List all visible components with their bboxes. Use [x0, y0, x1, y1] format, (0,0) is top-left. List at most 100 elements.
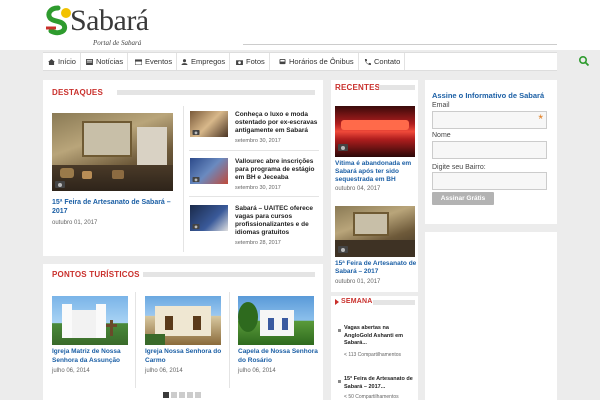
required-mark: *	[538, 112, 543, 126]
nav-item-empregos[interactable]: Empregos	[176, 53, 231, 70]
semana-item-shares: < 50 Compartilhamentos	[344, 394, 399, 400]
attraction-photo[interactable]	[145, 296, 221, 345]
nav-item-noticias[interactable]: Notícias	[81, 53, 129, 70]
nav-item-inicio[interactable]: Início	[43, 53, 81, 70]
column-divider	[229, 292, 230, 388]
shares-count: 50 Compartilhamentos	[348, 394, 399, 400]
nav-label-onibus: Horários de Ônibus	[289, 57, 354, 66]
newsletter-panel: Assine o Informativo de Sabará Email * N…	[425, 80, 557, 224]
bullet-icon	[338, 329, 341, 332]
attraction-title[interactable]: Capela de Nossa Senhora do Rosário	[238, 348, 318, 365]
carousel-dot[interactable]	[179, 392, 185, 398]
bus-icon	[279, 59, 286, 65]
subscribe-button[interactable]: Assinar Grátis	[432, 192, 494, 205]
destaques-panel: DESTAQUES 15ª Feira de Artesanato de Sab…	[43, 80, 323, 256]
attraction-photo[interactable]	[52, 296, 128, 345]
nav-label-contato: Contato	[374, 57, 401, 66]
recent-date: outubro 01, 2017	[335, 279, 381, 285]
section-rule	[379, 85, 415, 90]
featured-photo[interactable]	[52, 113, 173, 191]
carousel-dot[interactable]	[171, 392, 177, 398]
recent-title[interactable]: Vítima é abandonada em Sabará após ter s…	[335, 160, 417, 184]
nav-label-fotos: Fotos	[246, 57, 265, 66]
carousel-dot[interactable]	[187, 392, 193, 398]
section-rule	[373, 300, 415, 305]
camera-icon	[338, 144, 348, 151]
nav-label-eventos: Eventos	[145, 57, 173, 66]
camera-icon	[192, 130, 200, 135]
column-divider	[183, 106, 184, 252]
featured-date: outubro 01, 2017	[52, 220, 98, 226]
destaques-title: DESTAQUES	[52, 88, 103, 97]
email-field[interactable]: *	[432, 111, 547, 129]
phone-icon	[364, 59, 371, 65]
newsletter-title: Assine o Informativo de Sabará	[432, 91, 545, 100]
attraction-date: julho 06, 2014	[238, 368, 276, 374]
attraction-date: julho 06, 2014	[52, 368, 90, 374]
list-divider	[189, 196, 319, 197]
featured-title[interactable]: 15ª Feira de Artesanato de Sabará – 2017	[52, 198, 180, 216]
carousel-dot-active[interactable]	[163, 392, 169, 398]
nav-item-onibus[interactable]: Horários de Ônibus	[274, 53, 359, 70]
recent-photo[interactable]	[335, 106, 415, 157]
logo-subtitle: Portal de Sabará	[93, 39, 142, 47]
nav-label-noticias: Notícias	[96, 57, 124, 66]
sidebar-ad-panel	[425, 232, 557, 400]
semana-arrow-icon	[335, 299, 339, 305]
email-label: Email	[432, 102, 450, 109]
newspaper-icon	[86, 59, 93, 65]
list-item-date: setembro 30, 2017	[235, 185, 281, 191]
recent-title[interactable]: 15ª Feira de Artesanato de Sabará – 2017	[335, 260, 417, 276]
logo-title[interactable]: Sabará	[70, 6, 149, 36]
search-icon[interactable]	[578, 55, 590, 67]
list-item-date: setembro 30, 2017	[235, 138, 281, 144]
name-field[interactable]	[432, 141, 547, 159]
semana-panel: SEMANA Vagas abertas na AngloGold Ashant…	[331, 296, 418, 400]
recent-date: outubro 04, 2017	[335, 186, 381, 192]
logo-mark[interactable]	[44, 4, 72, 36]
recent-photo[interactable]	[335, 206, 415, 257]
pontos-panel: PONTOS TURÍSTICOS Igreja Matriz de Nossa…	[43, 264, 323, 400]
main-nav: Início Notícias Eventos Empregos Fotos H…	[43, 52, 590, 71]
camera-icon	[192, 177, 200, 182]
list-item-title[interactable]: Conheça o luxo e moda ostentado por ex-e…	[235, 111, 319, 135]
header-divider	[243, 44, 557, 45]
nav-label-empregos: Empregos	[191, 57, 226, 66]
camera-icon	[192, 224, 200, 229]
bullet-icon	[338, 380, 341, 383]
attraction-date: julho 06, 2014	[145, 368, 183, 374]
list-divider	[189, 150, 319, 151]
name-label: Nome	[432, 132, 451, 139]
semana-item-title[interactable]: Vagas abertas na AngloGold Ashanti em Sa…	[344, 325, 416, 348]
column-divider	[135, 292, 136, 388]
list-thumb[interactable]	[190, 158, 228, 184]
bairro-field[interactable]	[432, 172, 547, 190]
shares-count: 113 Compartilhamentos	[348, 352, 402, 358]
attraction-photo[interactable]	[238, 296, 314, 345]
semana-title: SEMANA	[341, 298, 373, 305]
attraction-title[interactable]: Igreja Nossa Senhora do Carmo	[145, 348, 225, 365]
camera-icon	[236, 60, 243, 65]
recentes-panel: RECENTES Vítima é abandonada em Sabará a…	[331, 80, 418, 292]
list-item-title[interactable]: Sabará – UAITEC oferece vagas para curso…	[235, 205, 319, 237]
nav-item-eventos[interactable]: Eventos	[130, 53, 178, 70]
people-icon	[181, 59, 188, 65]
list-thumb[interactable]	[190, 111, 228, 137]
site-header: Sabará Portal de Sabará	[0, 0, 600, 50]
section-rule	[143, 272, 315, 277]
camera-icon	[338, 246, 348, 253]
list-item-title[interactable]: Vallourec abre inscrições para programa …	[235, 158, 319, 182]
nav-item-fotos[interactable]: Fotos	[231, 53, 270, 70]
nav-item-contato[interactable]: Contato	[359, 53, 406, 70]
bairro-label: Digite seu Bairro:	[432, 164, 486, 171]
recentes-title: RECENTES	[335, 83, 381, 92]
calendar-icon	[135, 59, 142, 65]
home-icon	[48, 59, 55, 65]
camera-icon	[55, 181, 65, 188]
section-rule	[117, 90, 315, 95]
semana-item-title[interactable]: 15ª Feira de Artesanato de Sabará – 2017…	[344, 376, 416, 391]
pontos-title: PONTOS TURÍSTICOS	[52, 270, 140, 279]
carousel-dot[interactable]	[195, 392, 201, 398]
attraction-title[interactable]: Igreja Matriz de Nossa Senhora da Assunç…	[52, 348, 132, 365]
list-thumb[interactable]	[190, 205, 228, 231]
